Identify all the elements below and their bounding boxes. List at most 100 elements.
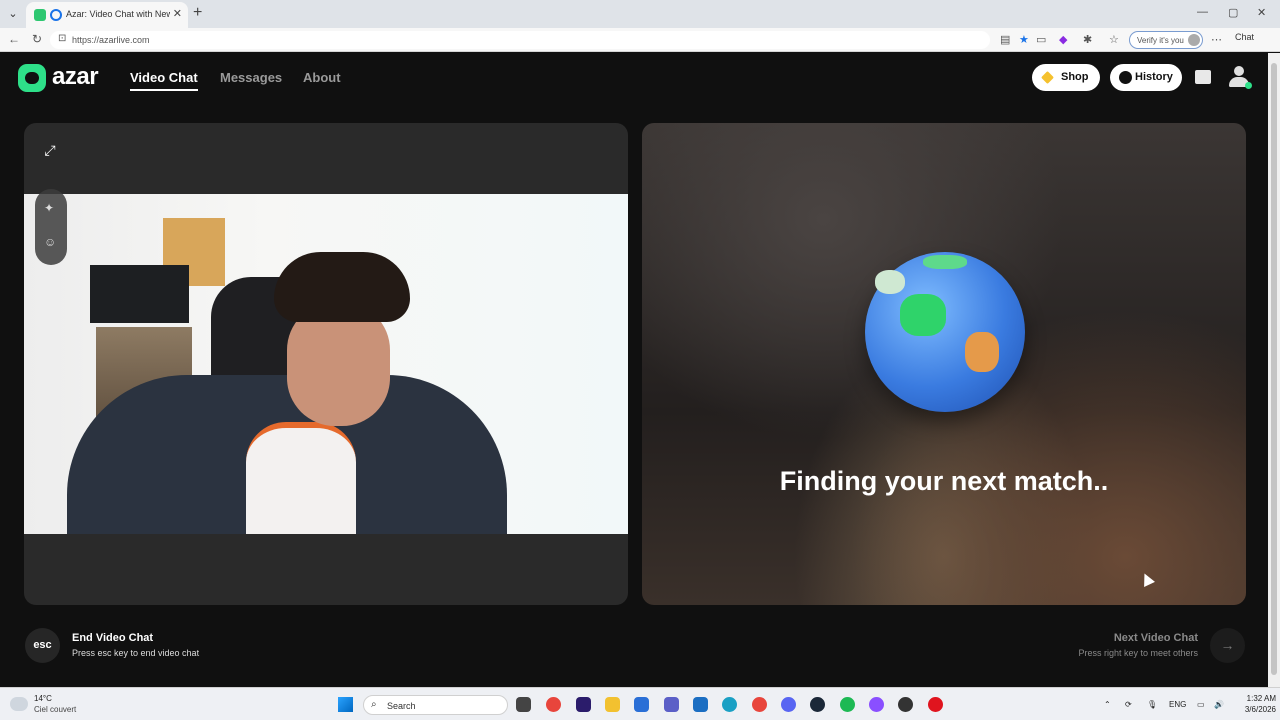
app-purple-icon[interactable] <box>869 697 884 712</box>
globe-icon <box>865 252 1025 412</box>
obs-icon[interactable] <box>898 697 913 712</box>
opera-icon[interactable] <box>928 697 943 712</box>
inbox-box-icon[interactable] <box>1195 70 1211 84</box>
back-arrow-icon[interactable]: ← <box>8 32 20 46</box>
url-text: https://azarlive.com <box>72 35 150 45</box>
weather-cloud-icon[interactable] <box>10 697 28 711</box>
end-chat-hint: Press esc key to end video chat <box>72 648 200 658</box>
window-close-icon[interactable]: ✕ <box>1257 6 1266 19</box>
globe-landmass-top <box>923 255 967 269</box>
outlook-icon[interactable] <box>693 697 708 712</box>
steam-icon[interactable] <box>810 697 825 712</box>
tab-close-icon[interactable]: ✕ <box>173 7 182 20</box>
next-arrow-button[interactable]: → <box>1210 628 1245 663</box>
search-icon: ⌕ <box>371 699 377 710</box>
tray-sync-icon[interactable]: ⟳ <box>1125 700 1132 709</box>
azar-page: azar Video Chat Messages About Shop Hist… <box>0 53 1268 687</box>
shop-label: Shop <box>1061 71 1089 83</box>
brand-wordmark[interactable]: azar <box>52 63 99 91</box>
microphone-icon[interactable]: 🎙 <box>1147 700 1157 709</box>
next-chat-title[interactable]: Next Video Chat <box>1114 632 1198 644</box>
online-status-dot <box>1245 82 1252 89</box>
local-camera-panel: ⤢ ✦ ☺ <box>24 123 628 605</box>
nav-messages[interactable]: Messages <box>220 70 282 85</box>
camera-indicator-icon <box>50 9 62 21</box>
windows-taskbar: 14°C Ciel couvert ⌕ Search ⌃ ⟳ 🎙 ENG ▭ 🔊… <box>0 687 1280 720</box>
spotify-icon[interactable] <box>840 697 855 712</box>
gem-icon <box>1041 71 1054 84</box>
profile-avatar-icon <box>1188 34 1200 46</box>
clock-date[interactable]: 3/6/2026 <box>1236 705 1276 714</box>
camera-in-use-icon[interactable]: ▭ <box>1036 33 1046 46</box>
favorite-star-icon[interactable]: ★ <box>1019 33 1029 46</box>
extensions-puzzle-icon[interactable]: ✱ <box>1083 33 1092 46</box>
globe-cloud <box>875 270 905 294</box>
history-label: History <box>1135 71 1173 83</box>
profile-head <box>1234 66 1244 76</box>
profile-icon[interactable] <box>1229 66 1252 89</box>
network-icon[interactable]: ▭ <box>1197 700 1205 709</box>
browser-tab-bar: ⌄ Azar: Video Chat with New Pe ✕ + — ▢ ✕ <box>0 0 1280 28</box>
nav-about[interactable]: About <box>303 70 341 85</box>
weather-temperature[interactable]: 14°C <box>34 694 52 703</box>
windows-start-icon[interactable] <box>338 697 353 712</box>
expand-icon[interactable]: ⤢ <box>39 139 61 161</box>
globe-landmass-orange <box>965 332 999 372</box>
azar-logo-icon[interactable] <box>18 64 46 92</box>
tab-list-chevron-icon[interactable]: ⌄ <box>4 5 22 23</box>
url-field[interactable]: ⊡ https://azarlive.com <box>50 31 990 49</box>
refresh-icon[interactable]: ↻ <box>32 32 42 46</box>
remote-video-panel: Finding your next match.. <box>642 123 1246 605</box>
face-filter-icon[interactable]: ☺ <box>44 235 56 249</box>
person-hair <box>274 252 410 322</box>
volume-icon[interactable]: 🔊 <box>1214 700 1224 709</box>
page-scrollbar[interactable] <box>1268 53 1280 687</box>
clock-icon <box>1119 71 1132 84</box>
weather-condition[interactable]: Ciel couvert <box>34 705 76 714</box>
background-tv <box>90 265 189 323</box>
taskbar-search[interactable]: ⌕ Search <box>363 695 508 715</box>
browser-tab[interactable]: Azar: Video Chat with New Pe ✕ <box>26 2 188 28</box>
premiere-icon[interactable] <box>576 697 591 712</box>
address-bar-row: ← ↻ ⊡ https://azarlive.com ▤ ★ ▭ ◆ ✱ ☆ V… <box>0 28 1280 52</box>
language-indicator[interactable]: ENG <box>1169 700 1186 709</box>
end-chat-esc-button[interactable]: esc <box>25 628 60 663</box>
minimize-icon[interactable]: — <box>1197 6 1208 18</box>
site-info-icon[interactable]: ⊡ <box>58 33 66 44</box>
store-icon[interactable] <box>634 697 649 712</box>
maximize-icon[interactable]: ▢ <box>1228 6 1238 19</box>
discord-icon[interactable] <box>781 697 796 712</box>
azar-favicon-icon <box>34 9 46 21</box>
matching-status-text: Finding your next match.. <box>779 466 1109 496</box>
tab-title: Azar: Video Chat with New Pe <box>66 9 170 19</box>
globe-landmass-green <box>900 294 946 336</box>
file-explorer-icon[interactable] <box>605 697 620 712</box>
new-tab-plus-icon[interactable]: + <box>193 4 202 22</box>
copilot-chat-button[interactable]: Chat <box>1235 32 1254 42</box>
clock-time[interactable]: 1:32 AM <box>1236 694 1276 703</box>
profile-verify-button[interactable]: Verify it's you <box>1129 31 1203 49</box>
verify-label: Verify it's you <box>1137 36 1184 45</box>
favorites-icon[interactable]: ☆ <box>1109 33 1119 46</box>
mouse-cursor-icon <box>1139 571 1155 587</box>
extension-icon[interactable]: ◆ <box>1059 33 1067 46</box>
task-view-icon[interactable] <box>516 697 531 712</box>
edge-icon[interactable] <box>722 697 737 712</box>
shop-button[interactable]: Shop <box>1032 64 1100 91</box>
magic-wand-icon[interactable]: ✦ <box>44 201 54 215</box>
history-button[interactable]: History <box>1110 64 1182 91</box>
reader-mode-icon[interactable]: ▤ <box>1000 33 1010 46</box>
active-nav-underline <box>130 89 198 91</box>
end-chat-title[interactable]: End Video Chat <box>72 632 153 644</box>
nav-video-chat[interactable]: Video Chat <box>130 70 198 85</box>
next-chat-hint: Press right key to meet others <box>1078 648 1198 658</box>
teams-icon[interactable] <box>664 697 679 712</box>
copilot-label: Chat <box>1235 32 1255 42</box>
more-menu-icon[interactable]: ⋯ <box>1211 33 1222 46</box>
chrome-icon[interactable] <box>546 697 561 712</box>
scrollbar-thumb[interactable] <box>1271 63 1277 675</box>
search-placeholder: Search <box>387 701 416 711</box>
tray-chevron-icon[interactable]: ⌃ <box>1104 700 1111 709</box>
local-camera-feed <box>24 194 628 534</box>
chrome-2-icon[interactable] <box>752 697 767 712</box>
